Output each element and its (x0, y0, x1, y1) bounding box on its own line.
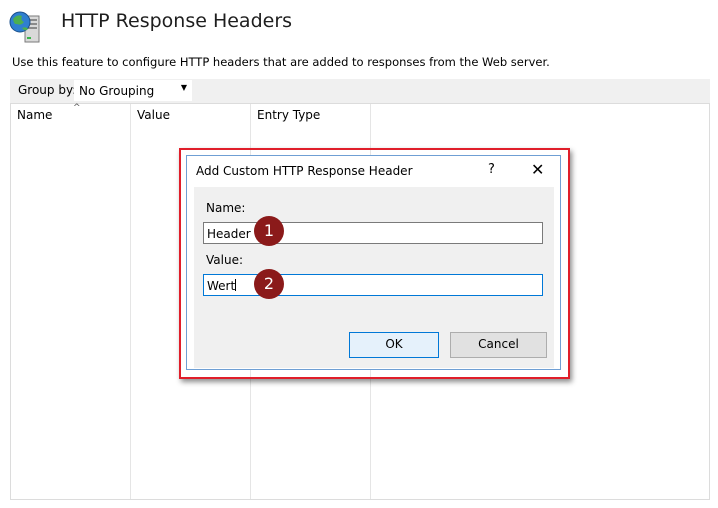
close-button[interactable]: ✕ (531, 160, 544, 179)
group-by-toolbar: Group by: No Grouping ▼ (10, 79, 710, 104)
name-label: Name: (206, 201, 246, 215)
value-input-content: Wert (207, 279, 237, 293)
group-by-label: Group by: (18, 83, 77, 97)
group-by-dropdown[interactable]: No Grouping ▼ (74, 80, 192, 101)
add-header-dialog: Add Custom HTTP Response Header ? ✕ Name… (186, 155, 561, 370)
column-header-name-label: Name (17, 108, 53, 122)
step-badge-2: 2 (254, 269, 284, 299)
feature-description: Use this feature to configure HTTP heade… (12, 55, 550, 69)
ok-button[interactable]: OK (349, 332, 439, 358)
server-globe-icon (8, 10, 46, 44)
text-caret (235, 279, 237, 291)
dialog-body: Name: Header Value: Wert OK Cancel (194, 187, 554, 368)
name-input-text: Header (207, 227, 251, 241)
column-divider (130, 104, 131, 499)
value-label: Value: (206, 253, 243, 267)
cancel-button[interactable]: Cancel (450, 332, 547, 358)
column-header-value[interactable]: Value (137, 108, 170, 122)
column-header-name[interactable]: Name ^ (17, 103, 81, 122)
dropdown-arrow-icon: ▼ (180, 83, 187, 92)
group-by-value: No Grouping (79, 84, 155, 98)
step-badge-1: 1 (254, 216, 284, 246)
value-input-text: Wert (207, 279, 236, 293)
page-title: HTTP Response Headers (61, 10, 293, 32)
column-header-entry-type[interactable]: Entry Type (257, 108, 320, 122)
sort-ascending-icon: ^ (73, 103, 81, 113)
help-button[interactable]: ? (488, 162, 495, 177)
dialog-title: Add Custom HTTP Response Header (196, 164, 413, 178)
